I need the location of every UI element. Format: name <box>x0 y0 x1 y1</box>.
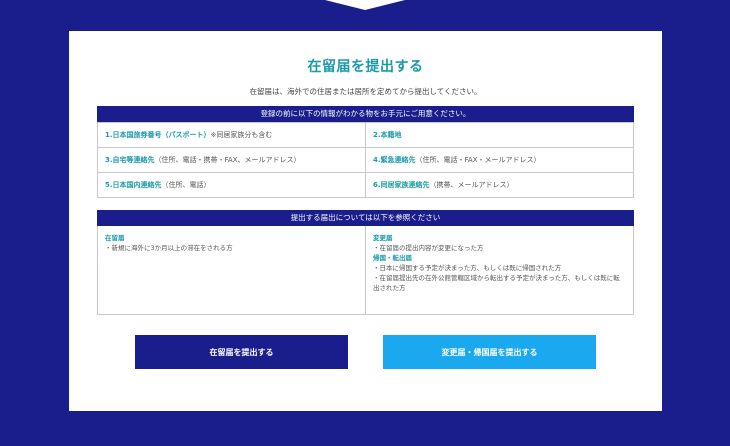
prep-item-label: 6.同居家族連絡先 <box>373 181 430 189</box>
info-line: ・新規に海外に3か月以上の滞在をされる方 <box>105 244 233 252</box>
top-notch-decoration <box>325 0 405 10</box>
prep-item-passport: 1.日本国旅券番号（パスポート） ※同居家族分も含む <box>98 123 366 148</box>
submit-change-return-button[interactable]: 変更届・帰国届を提出する <box>383 335 596 369</box>
prep-item-note: （携帯、メールアドレス） <box>429 181 514 189</box>
main-card: 在留届を提出する 在留届は、海外での住居または居所を定めてから提出してください。… <box>69 31 662 411</box>
submit-info-grid: 在留届 ・新規に海外に3か月以上の滞在をされる方 変更届 ・在留届の提出内容が変… <box>97 226 634 315</box>
prep-item-emergency-contact: 4.緊急連絡先 （住所、電話・FAX・メールアドレス） <box>366 148 634 173</box>
prep-item-note: （住所、電話・FAX・メールアドレス） <box>415 156 541 164</box>
action-buttons: 在留届を提出する 変更届・帰国届を提出する <box>97 335 634 369</box>
prep-item-honseki: 2.本籍地 <box>366 123 634 148</box>
prep-item-label: 2.本籍地 <box>373 131 402 139</box>
info-line: ・在留届提出先の在外公館管轄区域から転出する予定が決まった方、もしくは既に転出さ… <box>373 274 620 292</box>
prep-item-japan-contact: 5.日本国内連絡先 （住所、電話） <box>98 173 366 198</box>
info-heading-return: 帰国・転出届 <box>373 254 412 262</box>
info-heading-change: 変更届 <box>373 234 393 242</box>
submit-info-left: 在留届 ・新規に海外に3か月以上の滞在をされる方 <box>98 226 366 314</box>
prep-item-label: 3.自宅等連絡先 <box>105 156 155 164</box>
info-heading-zairyu: 在留届 <box>105 234 125 242</box>
submit-zairyu-button[interactable]: 在留届を提出する <box>135 335 348 369</box>
prep-item-note: （住所、電話・携帯・FAX、メールアドレス） <box>154 156 301 164</box>
prep-section-header: 登録の前に以下の情報がわかる物をお手元にご用意ください。 <box>97 106 634 122</box>
prep-item-label: 1.日本国旅券番号（パスポート） <box>105 131 211 139</box>
submit-section-header: 提出する届出については以下を参照ください <box>97 210 634 226</box>
prep-item-home-contact: 3.自宅等連絡先 （住所、電話・携帯・FAX、メールアドレス） <box>98 148 366 173</box>
submit-info-right: 変更届 ・在留届の提出内容が変更になった方 帰国・転出届 ・日本に帰国する予定が… <box>366 226 634 314</box>
page-title: 在留届を提出する <box>307 59 424 75</box>
info-line: ・日本に帰国する予定が決まった方、もしくは既に帰国された方 <box>373 264 562 272</box>
prep-item-label: 5.日本国内連絡先 <box>105 181 162 189</box>
prep-item-note: ※同居家族分も含む <box>210 131 273 139</box>
prep-item-note: （住所、電話） <box>161 181 211 189</box>
page-subtitle: 在留届は、海外での住居または居所を定めてから提出してください。 <box>249 87 482 96</box>
prep-item-label: 4.緊急連絡先 <box>373 156 416 164</box>
prep-items-grid: 1.日本国旅券番号（パスポート） ※同居家族分も含む 2.本籍地 3.自宅等連絡… <box>97 122 634 198</box>
prep-item-family-contact: 6.同居家族連絡先 （携帯、メールアドレス） <box>366 173 634 198</box>
info-line: ・在留届の提出内容が変更になった方 <box>373 244 484 252</box>
